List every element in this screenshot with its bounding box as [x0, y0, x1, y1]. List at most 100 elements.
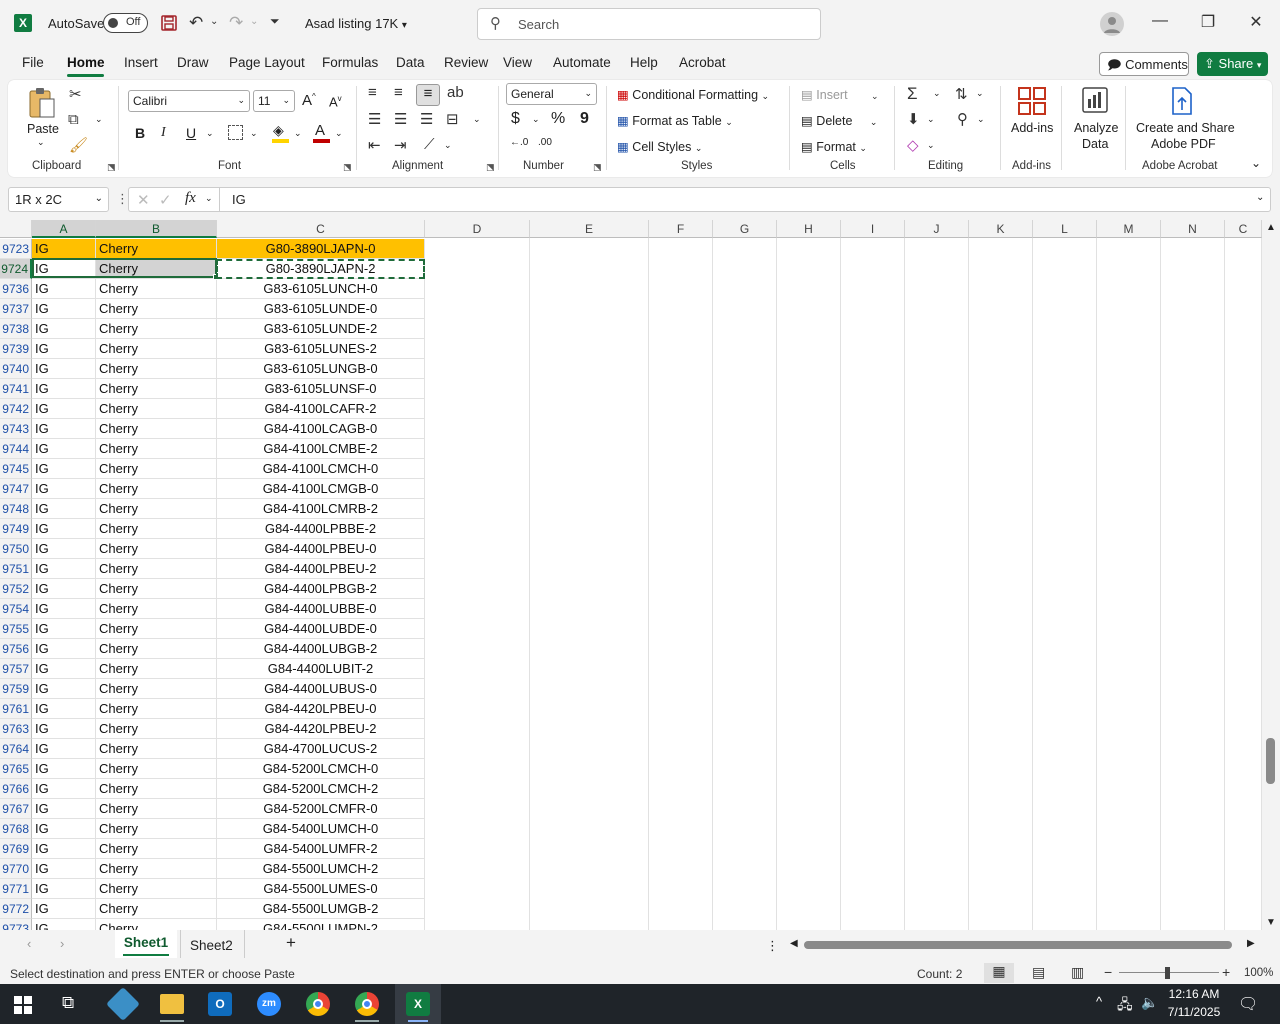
- copy-dropdown-icon[interactable]: ⌄: [95, 114, 103, 125]
- cell-a[interactable]: IG: [32, 299, 96, 319]
- menu-home[interactable]: Home: [67, 55, 105, 70]
- system-tray-chevron-icon[interactable]: ^: [1096, 994, 1102, 1009]
- cell-b[interactable]: Cherry: [96, 459, 217, 479]
- align-bottom-icon[interactable]: ≡: [416, 84, 440, 106]
- autosum-dropdown-icon[interactable]: ⌄: [933, 88, 941, 99]
- page-layout-view-icon[interactable]: ▤: [1032, 964, 1045, 981]
- cell-a[interactable]: IG: [32, 639, 96, 659]
- cell-b[interactable]: Cherry: [96, 579, 217, 599]
- cell-a[interactable]: IG: [32, 439, 96, 459]
- menu-insert[interactable]: Insert: [124, 55, 158, 70]
- minimize-icon[interactable]: —: [1150, 12, 1170, 30]
- scroll-down-icon[interactable]: ▼: [1266, 917, 1276, 928]
- fill-handle[interactable]: [213, 274, 219, 280]
- cell-a[interactable]: IG: [32, 399, 96, 419]
- cell-a[interactable]: IG: [32, 739, 96, 759]
- cell-b[interactable]: Cherry: [96, 479, 217, 499]
- cell-c[interactable]: G84-4100LCMBE-2: [217, 439, 425, 459]
- column-header-e[interactable]: E: [530, 220, 649, 238]
- number-format-select[interactable]: General ⌄: [506, 83, 597, 105]
- font-size-select[interactable]: 11 ⌄: [253, 90, 295, 112]
- cell-a[interactable]: IG: [32, 919, 96, 930]
- cell-a[interactable]: IG: [32, 559, 96, 579]
- redo-dropdown-icon[interactable]: ⌄: [250, 16, 258, 27]
- save-icon[interactable]: [160, 14, 178, 32]
- cell-a[interactable]: IG: [32, 819, 96, 839]
- cell-c[interactable]: G84-4400LUBIT-2: [217, 659, 425, 679]
- cell-c[interactable]: G83-6105LUNDE-0: [217, 299, 425, 319]
- row-header[interactable]: 9763: [0, 719, 32, 739]
- zoom-level[interactable]: 100%: [1244, 967, 1273, 979]
- column-header-b[interactable]: B: [96, 220, 217, 238]
- network-icon[interactable]: 🖧: [1117, 994, 1133, 1018]
- cell-b[interactable]: Cherry: [96, 539, 217, 559]
- cell-c[interactable]: G84-5500LUMES-0: [217, 879, 425, 899]
- cell-b[interactable]: Cherry: [96, 899, 217, 919]
- menu-page-layout[interactable]: Page Layout: [229, 55, 305, 70]
- cell-c[interactable]: G84-5500LUMCH-2: [217, 859, 425, 879]
- chrome-icon[interactable]: [306, 992, 330, 1016]
- format-painter-icon[interactable]: 🖌: [69, 136, 88, 154]
- align-left-icon[interactable]: ☰: [368, 110, 381, 128]
- task-view-icon[interactable]: ⧉: [62, 993, 74, 1013]
- column-header-h[interactable]: H: [777, 220, 841, 238]
- cell-a[interactable]: IG: [32, 759, 96, 779]
- cell-a[interactable]: IG: [32, 359, 96, 379]
- excel-taskbar-icon[interactable]: X: [406, 992, 430, 1016]
- column-header-c[interactable]: C: [217, 220, 425, 238]
- row-header[interactable]: 9765: [0, 759, 32, 779]
- column-header-g[interactable]: G: [713, 220, 777, 238]
- windows-start-icon[interactable]: [14, 996, 32, 1014]
- cell-c[interactable]: G84-4700LUCUS-2: [217, 739, 425, 759]
- autosave-toggle[interactable]: Off: [103, 13, 148, 33]
- row-header[interactable]: 9741: [0, 379, 32, 399]
- cell-a[interactable]: IG: [32, 239, 96, 259]
- font-family-select[interactable]: Calibri ⌄: [128, 90, 250, 112]
- currency-dropdown-icon[interactable]: ⌄: [532, 114, 540, 125]
- cell-c[interactable]: G84-5500LUMGB-2: [217, 899, 425, 919]
- cell-c[interactable]: G84-4420LPBEU-0: [217, 699, 425, 719]
- column-header-i[interactable]: I: [841, 220, 905, 238]
- cell-b[interactable]: Cherry: [96, 659, 217, 679]
- menu-file[interactable]: File: [22, 55, 44, 70]
- file-explorer-icon[interactable]: [160, 994, 184, 1014]
- cell-c[interactable]: G84-5400LUMFR-2: [217, 839, 425, 859]
- cell-a[interactable]: IG: [32, 499, 96, 519]
- page-break-view-icon[interactable]: ▥: [1071, 964, 1084, 981]
- outlook-icon[interactable]: O: [208, 992, 232, 1016]
- column-header-m[interactable]: M: [1097, 220, 1161, 238]
- cell-b[interactable]: Cherry: [96, 419, 217, 439]
- row-header[interactable]: 9723: [0, 239, 32, 259]
- cell-b[interactable]: Cherry: [96, 259, 217, 279]
- column-header-a[interactable]: A: [32, 220, 96, 238]
- paste-dropdown-icon[interactable]: ⌄: [37, 137, 45, 148]
- row-header[interactable]: 9744: [0, 439, 32, 459]
- percent-format-button[interactable]: %: [551, 110, 565, 128]
- row-header[interactable]: 9771: [0, 879, 32, 899]
- row-header[interactable]: 9738: [0, 319, 32, 339]
- cell-b[interactable]: Cherry: [96, 339, 217, 359]
- cell-c[interactable]: G83-6105LUNGB-0: [217, 359, 425, 379]
- row-header[interactable]: 9766: [0, 779, 32, 799]
- cell-c[interactable]: G84-4100LCAGB-0: [217, 419, 425, 439]
- cell-b[interactable]: Cherry: [96, 499, 217, 519]
- search-box[interactable]: ⚲ Search: [477, 8, 821, 40]
- cell-b[interactable]: Cherry: [96, 379, 217, 399]
- borders-icon[interactable]: [228, 125, 243, 140]
- menu-automate[interactable]: Automate: [553, 55, 611, 70]
- row-header[interactable]: 9773: [0, 919, 32, 930]
- cell-b[interactable]: Cherry: [96, 779, 217, 799]
- scroll-up-icon[interactable]: ▲: [1266, 222, 1276, 233]
- zoom-slider-thumb[interactable]: [1165, 967, 1170, 979]
- column-header-n[interactable]: N: [1161, 220, 1225, 238]
- cell-c[interactable]: G84-4400LPBGB-2: [217, 579, 425, 599]
- row-header[interactable]: 9748: [0, 499, 32, 519]
- fill-dropdown-icon[interactable]: ⌄: [927, 114, 935, 125]
- clipboard-launcher-icon[interactable]: ⬔: [107, 162, 116, 173]
- zoom-in-icon[interactable]: +: [1222, 964, 1230, 980]
- redo-icon[interactable]: ↷: [229, 13, 243, 33]
- document-title[interactable]: Asad listing 17K ▾: [305, 16, 407, 31]
- cell-c[interactable]: G83-6105LUNDE-2: [217, 319, 425, 339]
- cell-b[interactable]: Cherry: [96, 839, 217, 859]
- row-header[interactable]: 9750: [0, 539, 32, 559]
